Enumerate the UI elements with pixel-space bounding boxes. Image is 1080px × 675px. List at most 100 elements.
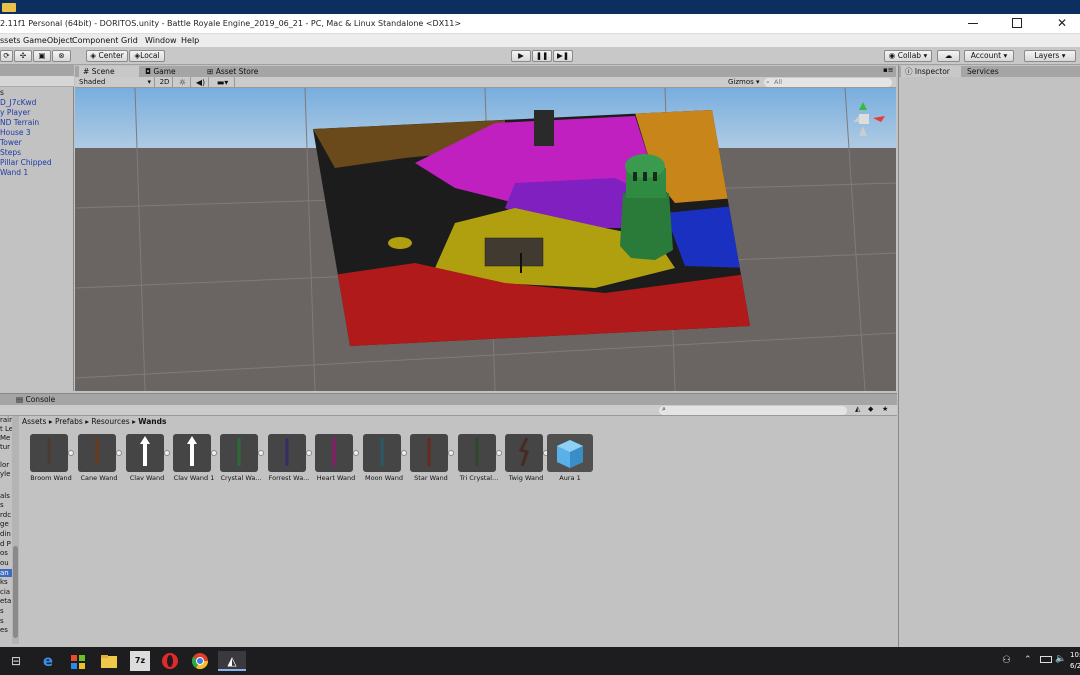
scale-tool-button[interactable]: ✣ [14,50,32,62]
folder-item[interactable]: rdc [0,511,11,519]
hierarchy-item[interactable]: D_J7cKwd [0,98,36,107]
hierarchy-item[interactable]: House 3 [0,128,31,137]
folder-item[interactable]: d P [0,540,11,548]
tab-game[interactable]: ◘ Game [141,66,201,77]
pivot-center-button[interactable]: ◈ Center [86,50,128,62]
hierarchy-item[interactable]: Tower [0,138,22,147]
hierarchy-scene-row[interactable]: s [0,88,4,97]
task-view-icon[interactable]: ⊟ [6,651,26,671]
folder-item-selected[interactable]: an [0,569,12,577]
folder-item[interactable]: ks [0,578,8,586]
expand-arrow-icon[interactable] [258,450,264,456]
folder-item[interactable]: os [0,549,8,557]
maximize-button[interactable] [1012,18,1022,28]
close-button[interactable]: ✕ [1055,16,1069,30]
scene-search-input[interactable]: ⌕ All [764,78,892,87]
battery-icon[interactable] [1040,656,1052,663]
toggle-2d-button[interactable]: 2D [157,77,173,88]
asset-item[interactable]: Clav Wand [126,434,170,484]
asset-item[interactable]: Heart Wand [315,434,359,484]
tab-console[interactable]: ▤ Console [12,394,72,405]
volume-icon[interactable]: 🔈 [1055,654,1066,664]
audio-icon[interactable]: ◀) [193,77,209,88]
folder-item[interactable]: es [0,626,8,634]
7zip-icon[interactable]: 7z [130,651,150,671]
breadcrumb-prefabs[interactable]: Prefabs [55,417,83,426]
folder-item[interactable]: tur [0,443,10,451]
folder-item[interactable]: s [0,617,4,625]
tab-services[interactable]: Services [963,66,1013,77]
folder-item[interactable]: eta [0,597,11,605]
folder-item[interactable]: Me [0,434,10,442]
asset-item[interactable]: Crystal Wa... [220,434,264,484]
expand-arrow-icon[interactable] [448,450,454,456]
edge-browser-icon[interactable]: e [38,651,58,671]
asset-item[interactable]: Clav Wand 1 [173,434,217,484]
gizmos-dropdown[interactable]: Gizmos ▾ [728,77,762,88]
folder-item[interactable]: s [0,607,4,615]
hierarchy-item[interactable]: Wand 1 [0,168,28,177]
expand-arrow-icon[interactable] [68,450,74,456]
hierarchy-item[interactable]: Pillar Chipped [0,158,52,167]
menu-gameobject[interactable]: GameObject [23,36,73,45]
menu-grid[interactable]: Grid [121,36,138,45]
filter-type-icon[interactable]: ◭ [855,405,860,413]
tab-inspector[interactable]: ⓘ Inspector [901,66,961,77]
favorite-star-icon[interactable]: ★ [882,405,888,413]
file-explorer-icon[interactable] [99,651,119,671]
folder-item[interactable]: ge [0,520,9,528]
tab-asset-store[interactable]: ⊞ Asset Store [203,66,283,77]
project-search-input[interactable]: ⌕ [659,405,847,415]
breadcrumb-assets[interactable]: Assets [22,417,46,426]
account-dropdown[interactable]: Account ▾ [964,50,1014,62]
hierarchy-item[interactable]: Steps [0,148,21,157]
folder-item[interactable]: rair [0,416,12,424]
folder-item[interactable]: din [0,530,11,538]
effects-dropdown[interactable]: ▬▾ [211,77,235,88]
tab-scene[interactable]: # Scene [79,66,139,77]
asset-item[interactable]: Forrest Wa... [268,434,312,484]
opera-browser-icon[interactable] [160,651,180,671]
scrollbar-thumb[interactable] [13,546,18,638]
scene-viewport[interactable] [75,88,896,391]
clock-date[interactable]: 6/2 [1070,662,1080,670]
rotate-tool-button[interactable]: ⟳ [0,50,13,62]
minimize-button[interactable] [968,23,978,24]
folder-item[interactable]: ou [0,559,9,567]
menu-assets[interactable]: ssets [0,36,21,45]
expand-arrow-icon[interactable] [306,450,312,456]
asset-item[interactable]: Moon Wand [363,434,407,484]
tray-chevron-icon[interactable]: ⌃ [1024,655,1032,665]
folder-item[interactable]: s [0,501,4,509]
store-icon[interactable] [68,651,88,671]
people-icon[interactable]: ⚇ [1002,655,1011,666]
collab-button[interactable]: ◉ Collab ▾ [884,50,932,62]
shading-mode-dropdown[interactable]: Shaded ▾ [79,77,155,88]
expand-arrow-icon[interactable] [353,450,359,456]
folder-item[interactable]: als [0,492,10,500]
pivot-local-button[interactable]: ◈Local [129,50,165,62]
folder-item[interactable]: cia [0,588,10,596]
lighting-icon[interactable]: ☼ [175,77,191,88]
hierarchy-item[interactable]: y Player [0,108,30,117]
asset-item[interactable]: Star Wand [410,434,454,484]
menu-help[interactable]: Help [181,36,199,45]
breadcrumb-wands[interactable]: Wands [138,417,166,426]
asset-item[interactable]: Tri Crystal... [458,434,502,484]
breadcrumb-resources[interactable]: Resources [91,417,129,426]
cloud-button[interactable]: ☁ [937,50,960,62]
expand-arrow-icon[interactable] [211,450,217,456]
hierarchy-search-bar[interactable] [0,76,74,87]
filter-label-icon[interactable]: ◆ [868,405,873,413]
expand-arrow-icon[interactable] [401,450,407,456]
asset-item[interactable]: Aura 1 [547,434,593,484]
menu-component[interactable]: Component [72,36,118,45]
folder-item[interactable]: t Le [0,425,12,433]
hierarchy-item[interactable]: ND Terrain [0,118,39,127]
clock-time[interactable]: 10: [1070,651,1080,659]
pause-button[interactable]: ❚❚ [532,50,552,62]
menu-window[interactable]: Window [145,36,177,45]
folder-item[interactable]: lor [0,461,9,469]
folder-item[interactable]: yle [0,470,10,478]
transform-tool-button[interactable]: ⊗ [52,50,71,62]
